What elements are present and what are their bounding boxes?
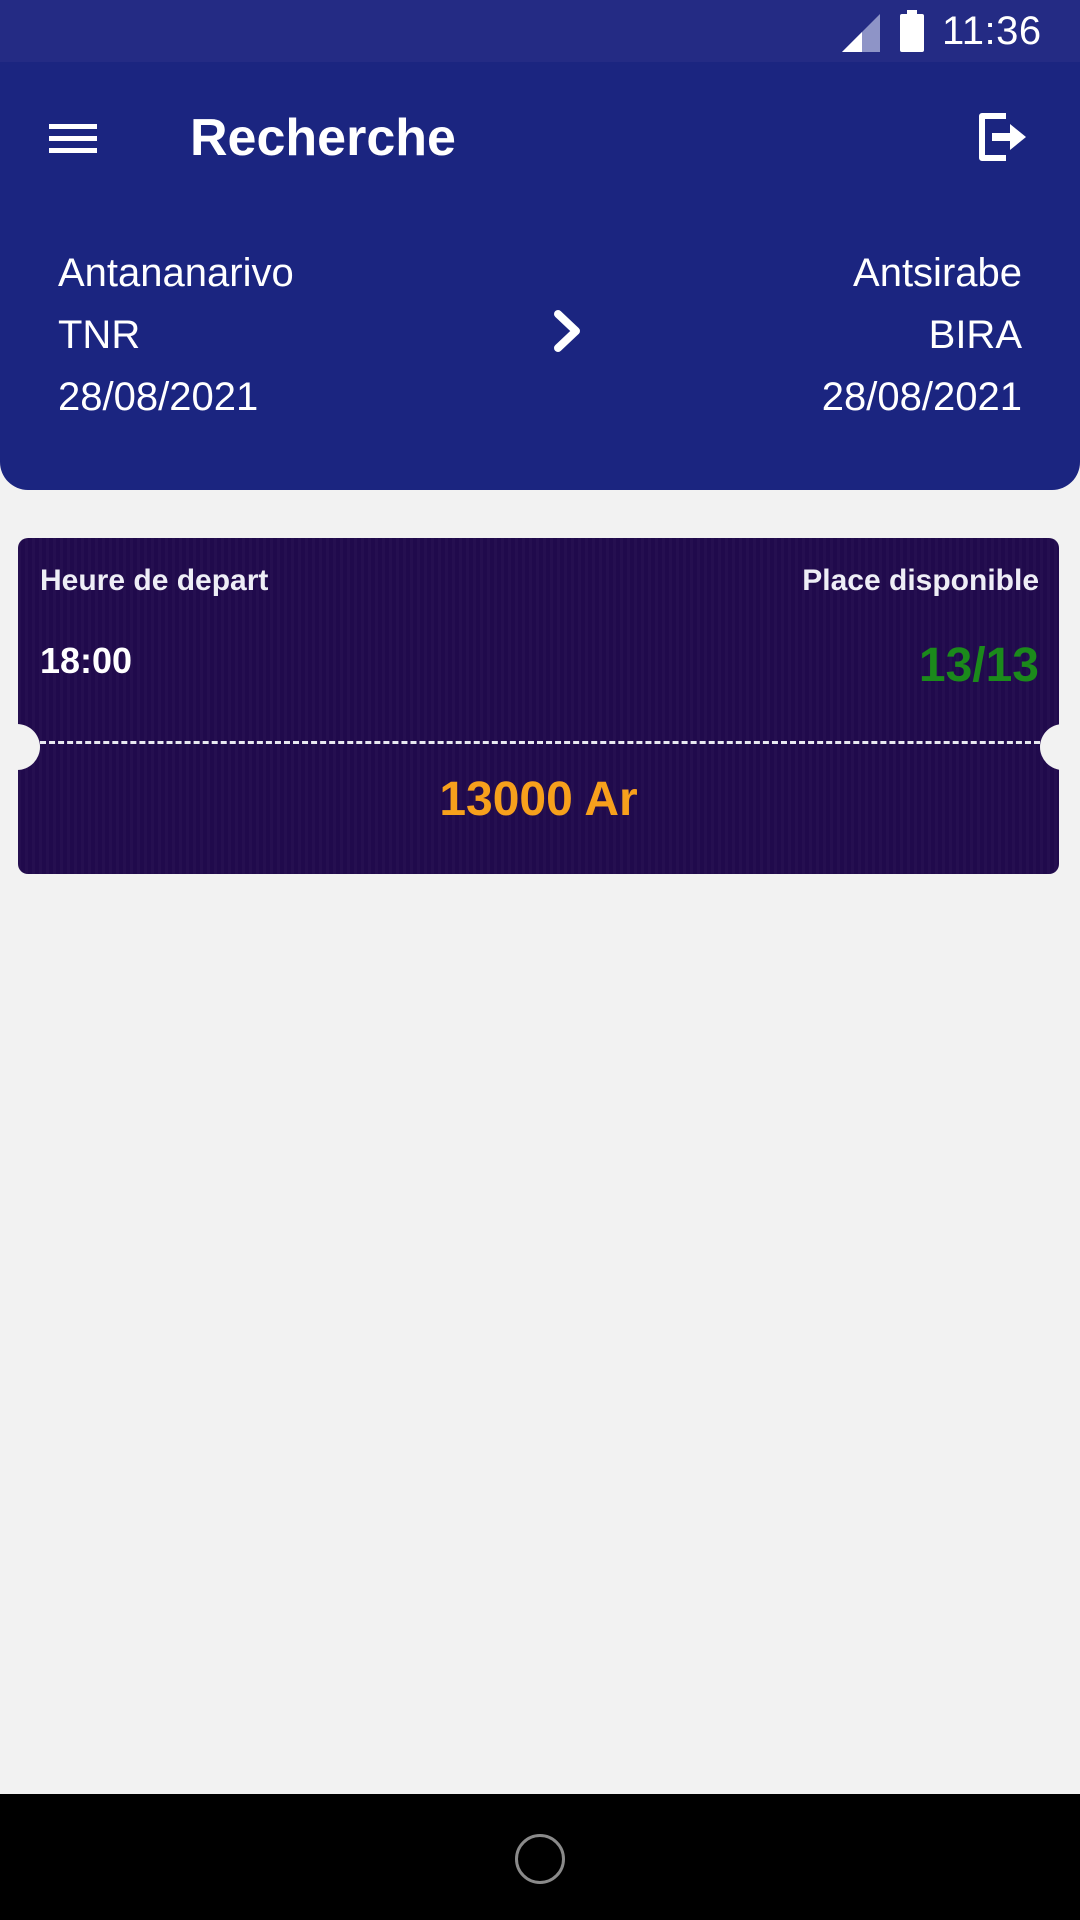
navigation-bar xyxy=(0,1794,1080,1920)
destination-code: BIRA xyxy=(928,313,1022,357)
destination-date: 28/08/2021 xyxy=(821,375,1022,419)
trip-price: 13000 Ar xyxy=(439,773,638,826)
status-bar: 11:36 xyxy=(0,0,1080,62)
screen: 11:36 Recherche Antananarivo TNR 28/08/2… xyxy=(0,0,1080,1920)
route-origin: Antananarivo TNR 28/08/2021 xyxy=(58,242,294,428)
battery-icon xyxy=(900,10,924,52)
hamburger-menu-icon[interactable] xyxy=(38,108,108,168)
origin-city: Antananarivo xyxy=(58,251,294,295)
ticket-divider xyxy=(40,741,1040,744)
home-circle-icon[interactable] xyxy=(515,1834,565,1884)
origin-date: 28/08/2021 xyxy=(58,375,259,419)
destination-city: Antsirabe xyxy=(853,251,1022,295)
ticket-notch-right xyxy=(1040,724,1080,770)
page-title: Recherche xyxy=(190,109,456,167)
seats-label: Place disponible xyxy=(802,564,1039,597)
trip-card[interactable]: Heure de depart Place disponible 18:00 1… xyxy=(18,538,1059,874)
departure-time: 18:00 xyxy=(40,640,133,681)
seats-available: 13/13 xyxy=(918,639,1039,692)
route-destination: Antsirabe BIRA 28/08/2021 xyxy=(822,242,1022,428)
app-header: Recherche Antananarivo TNR 28/08/2021 An… xyxy=(0,62,1080,490)
logout-icon[interactable] xyxy=(970,104,1034,168)
chevron-right-icon xyxy=(554,310,580,352)
origin-code: TNR xyxy=(58,313,141,357)
status-clock: 11:36 xyxy=(942,9,1042,53)
departure-label: Heure de depart xyxy=(40,564,269,597)
signal-icon xyxy=(842,14,880,52)
